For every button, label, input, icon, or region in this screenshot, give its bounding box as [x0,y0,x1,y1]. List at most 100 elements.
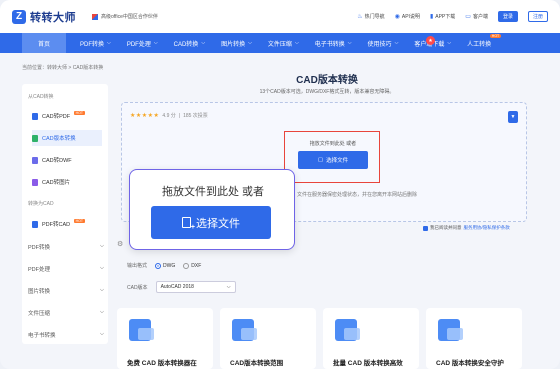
top-links: ♨ 热门导航 ◉ API说明 ▮ APP下载 ▭ 客户端 登录 注册 [357,11,548,22]
chevron-down-icon: ⌵ [153,40,158,46]
nav-label: 文件压缩 [267,41,292,48]
sidebar-item-cad-to-pdf[interactable]: CAD转PDF HOT [32,108,102,124]
agree-checkbox[interactable] [423,225,428,231]
choose-file-label: 选择文件 [326,158,349,164]
top-link-api[interactable]: ◉ API说明 [395,13,420,20]
chevron-down-icon: ⌵ [99,331,104,337]
partner-text: 高级office中国区合作伙伴 [101,14,158,20]
nav-label: CAD转换 [173,41,199,48]
chevron-down-icon: ⌵ [294,40,299,46]
top-link-hot-nav[interactable]: ♨ 热门导航 [357,13,384,20]
sidebar-group-pdf-convert[interactable]: PDF转换 ⌵ [28,243,104,251]
terms-link[interactable]: 服务用协/隐私保护条款 [464,225,510,231]
radio-label: DXF [191,262,202,269]
select-value: AutoCAD 2018 [160,284,194,290]
sidebar-group-label: 文件压缩 [28,311,51,317]
feature-card[interactable]: 免费 CAD 版本转换器在 [117,308,213,369]
breadcrumb: 当前位置：转转大师 > CAD版本转换 [22,65,104,71]
top-bar: Z 转转大师 高级office中国区合作伙伴 ♨ 热门导航 ◉ API说明 ▮ APP… [0,0,560,33]
sidebar-group-label: 图片转换 [28,289,51,295]
nav-label: 使用技巧 [367,41,392,48]
privacy-notice: 文件在服务器保密处理状态，并在您离开本网站后删除 [297,192,418,198]
radio-dot [155,262,162,269]
nav-label: 首页 [38,41,51,48]
sidebar-item-cad-to-image[interactable]: CAD转图片 [32,174,102,190]
zoom-callout: 拖放文件到此处 或者 选择文件 [129,169,295,250]
file-add-icon: ▢ [317,157,324,163]
sidebar-section-to-cad: 转换为CAD [28,201,54,207]
top-link-label: 客户端 [472,14,488,20]
feature-card[interactable]: CAD 版本转换安全守护 [426,308,522,369]
nav-pdf-process[interactable]: PDF处理 ⌵ [119,33,166,53]
nav-image-convert[interactable]: 图片转换 ⌵ [213,33,260,53]
sidebar-group-label: PDF处理 [28,267,51,273]
batch-convert-icon [335,319,360,341]
callout-choose-file-button[interactable]: 选择文件 [151,206,271,239]
card-title: CAD版本转换范围 [230,360,284,367]
callout-choose-file-label: 选择文件 [196,217,240,230]
chevron-down-icon: ⌵ [99,287,104,293]
sidebar: 从CAD转换 CAD转PDF HOT CAD版本转换 CAD转DWF CAD转图… [22,84,108,344]
sidebar-item-cad-version[interactable]: CAD版本转换 [32,130,102,146]
nav-label: PDF处理 [126,41,151,48]
top-link-app[interactable]: ▮ APP下载 [430,13,455,20]
format-radio-dxf[interactable]: DXF [183,262,202,269]
chevron-down-icon: ⌵ [447,40,452,46]
nav-manual[interactable]: 人工转换 HOT [459,33,502,53]
logo-text: 转转大师 [30,11,76,24]
hot-badge: HOT [74,219,85,223]
sidebar-group-image-convert[interactable]: 图片转换 ⌵ [28,287,104,295]
star-rating-icon: ★★★★★ [130,113,160,119]
nav-compress[interactable]: 文件压缩 ⌵ [260,33,307,53]
choose-file-button[interactable]: ▢ 选择文件 [298,151,368,169]
pdf-file-icon [32,220,38,228]
chevron-down-icon: ⌵ [99,309,104,315]
rating-score: 4.9 分 [162,113,176,119]
top-link-label: APP下载 [435,14,456,20]
login-button[interactable]: 登录 [497,11,518,22]
security-shield-icon [438,319,463,341]
page-title: CAD版本转换 [296,75,358,86]
format-radio-dwg[interactable]: DWG [155,262,175,269]
nav-label: PDF转换 [80,41,105,48]
phone-icon: ▮ [429,14,434,20]
page-frame: Z 转转大师 高级office中国区合作伙伴 ♨ 热门导航 ◉ API说明 ▮ APP… [0,0,560,369]
sidebar-item-label: PDF转CAD [42,222,71,228]
drop-hint: 拖放文件到此处 或者 [309,141,357,147]
top-link-client[interactable]: ▭ 客户端 [465,13,488,20]
bookmark-icon[interactable]: ▼ [508,111,518,123]
nav-home[interactable]: 首页 [22,33,67,53]
chevron-down-icon: ⌵ [201,40,206,46]
nav-pdf-convert[interactable]: PDF转换 ⌵ [72,33,119,53]
sidebar-group-label: 电子书转换 [28,333,56,339]
feature-card[interactable]: CAD版本转换范围 [220,308,316,369]
top-link-label: API说明 [401,14,420,20]
radio-dot [183,262,190,269]
settings-icon[interactable]: ⚙ [117,240,123,248]
chevron-down-icon: ⌵ [99,243,104,249]
callout-drop-hint: 拖放文件到此处 或者 [161,186,265,198]
nav-tips[interactable]: 使用技巧 ⌵ [360,33,407,53]
sidebar-item-pdf-to-cad[interactable]: PDF转CAD HOT [32,216,102,232]
free-converter-icon [129,319,154,341]
sidebar-item-label: CAD转DWF [42,158,72,164]
cad-version-select[interactable]: AutoCAD 2018 ⌵ [155,281,236,293]
nav-cad-convert[interactable]: CAD转换 ⌵ [166,33,213,53]
image-file-icon [32,178,38,186]
sidebar-group-ebook[interactable]: 电子书转换 ⌵ [28,331,104,339]
chevron-down-icon: ⌵ [347,40,352,46]
agreement[interactable]: 我已阅读并同意 服务用协/隐私保护条款 [423,225,510,231]
sidebar-item-label: CAD转图片 [42,180,71,186]
sidebar-group-compress[interactable]: 文件压缩 ⌵ [28,309,104,317]
chevron-down-icon: ⌵ [248,40,252,46]
register-button[interactable]: 注册 [527,11,548,22]
feature-card[interactable]: 批量 CAD 版本转换高效 [323,308,419,369]
logo[interactable]: Z 转转大师 [12,9,76,25]
hot-badge: HOT [74,111,85,115]
notification-icon[interactable]: ★ [426,36,435,45]
sidebar-item-cad-to-dwf[interactable]: CAD转DWF [32,152,102,168]
sidebar-group-pdf-process[interactable]: PDF处理 ⌵ [28,265,104,273]
cad-version-row: CAD版本 AutoCAD 2018 ⌵ [127,281,236,293]
fire-icon: ♨ [357,14,363,20]
nav-ebook[interactable]: 电子书转换 ⌵ [307,33,360,53]
